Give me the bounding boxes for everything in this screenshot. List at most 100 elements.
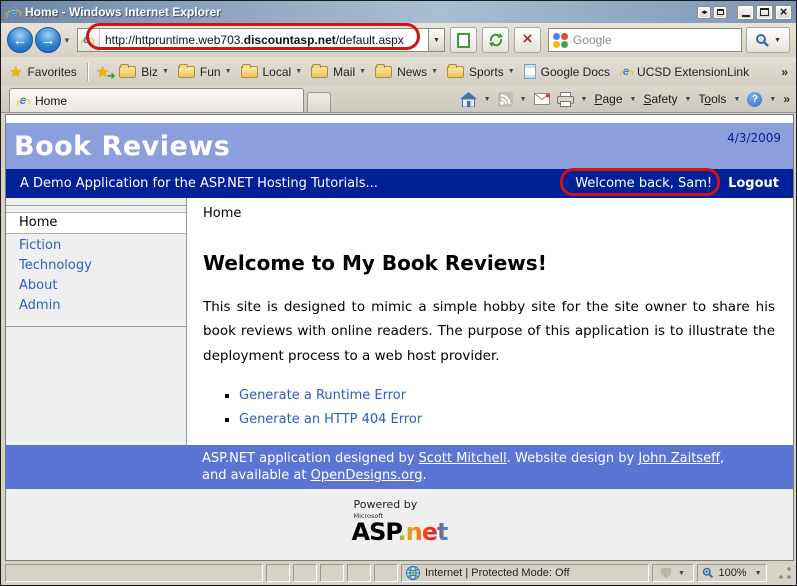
home-button[interactable] (460, 92, 491, 107)
favorites-folder-local[interactable]: Local (241, 65, 303, 79)
favorites-folder-mail[interactable]: Mail (311, 65, 366, 79)
menu-label: age (602, 92, 622, 106)
window-resize-arrows-button[interactable] (697, 6, 711, 19)
resize-grip[interactable] (778, 566, 792, 580)
sidebar-nav: Home Fiction Technology About Admin (6, 198, 187, 445)
safety-menu-button[interactable]: Safety (643, 92, 691, 106)
ie-logo-icon: e (5, 4, 21, 20)
minimize-icon (742, 15, 750, 17)
command-bar: Page Safety Tools (460, 86, 792, 112)
search-box[interactable]: Google (548, 28, 742, 52)
search-button[interactable] (746, 27, 790, 53)
site-date: 4/3/2009 (727, 131, 781, 145)
nav-item-home[interactable]: Home (6, 212, 186, 234)
help-button[interactable] (747, 92, 776, 107)
site-footer: ASP.NET application designed by Scott Mi… (6, 445, 793, 489)
read-mail-button[interactable] (534, 93, 550, 105)
add-favorite-button[interactable] (96, 63, 109, 81)
maximize-button[interactable] (756, 5, 773, 20)
chevron-down-icon (678, 570, 685, 577)
folder-icon (447, 66, 464, 78)
menu-label: ols (711, 92, 726, 106)
chevron-down-icon (431, 68, 438, 75)
chevron-down-icon (630, 96, 637, 103)
search-options-caret-icon[interactable] (774, 37, 781, 44)
favorites-folder-sports[interactable]: Sports (447, 65, 515, 79)
internet-globe-icon (406, 566, 420, 580)
chevron-down-icon (295, 68, 302, 75)
zoom-level: 100% (718, 567, 746, 579)
list-item: Generate an HTTP 404 Error (239, 412, 777, 427)
shield-icon (661, 568, 671, 579)
page-menu-button[interactable]: Page (594, 92, 636, 106)
refresh-button[interactable] (482, 27, 509, 53)
feeds-button[interactable] (498, 92, 527, 107)
favorites-folder-news[interactable]: News (375, 65, 438, 79)
zoom-control[interactable]: 100% (697, 564, 767, 582)
status-bar: Internet | Protected Mode: Off 100% (1, 562, 796, 584)
status-panel (293, 564, 317, 582)
nav-item-technology[interactable]: Technology (6, 256, 186, 276)
asp-logo-text: ASP (352, 518, 398, 546)
opendesigns-link[interactable]: OpenDesigns.org (311, 468, 423, 483)
stop-button[interactable] (514, 27, 541, 53)
help-icon (747, 92, 762, 107)
nav-item-admin[interactable]: Admin (6, 296, 186, 316)
tab-label: Home (35, 94, 67, 108)
chevron-down-icon (769, 96, 776, 103)
page-top-margin (6, 115, 793, 123)
new-tab-button[interactable] (307, 92, 331, 112)
separator (87, 63, 88, 81)
nav-item-about[interactable]: About (6, 276, 186, 296)
favorites-button[interactable]: Favorites (27, 65, 76, 79)
favorites-bar: Favorites Biz Fun Local Mail News Sports… (1, 57, 796, 86)
print-button[interactable] (557, 92, 588, 107)
compatibility-view-button[interactable] (450, 27, 477, 53)
favorites-folder-fun[interactable]: Fun (178, 65, 232, 79)
home-icon (460, 92, 477, 107)
favorites-folder-biz[interactable]: Biz (119, 65, 169, 79)
powered-by-logo: Powered by Microsoft ASP.net (352, 499, 448, 560)
smartscreen-button[interactable] (652, 564, 694, 582)
tools-menu-button[interactable]: Tools (698, 92, 740, 106)
security-zone-panel: Internet | Protected Mode: Off (401, 564, 649, 582)
stop-icon (523, 31, 533, 49)
favorites-overflow-chevron[interactable] (781, 65, 788, 79)
intro-paragraph: This site is designed to mimic a simple … (203, 295, 775, 368)
favorites-link-ucsd[interactable]: eUCSD ExtensionLink (619, 65, 749, 79)
nav-item-fiction[interactable]: Fiction (6, 236, 186, 256)
command-overflow-chevron[interactable] (783, 92, 790, 106)
rss-feed-icon (498, 92, 513, 107)
forward-button[interactable] (35, 27, 61, 53)
runtime-error-link[interactable]: Generate a Runtime Error (239, 388, 406, 403)
address-bar[interactable]: e http://httpruntime.web703.discountasp.… (77, 28, 429, 52)
window-popout-button[interactable] (713, 6, 727, 19)
folder-icon (375, 66, 392, 78)
http404-error-link[interactable]: Generate an HTTP 404 Error (239, 412, 422, 427)
welcome-message: Welcome back, Sam! (575, 176, 712, 191)
status-panel (266, 564, 290, 582)
minimize-button[interactable] (737, 5, 754, 20)
folder-label: Fun (200, 65, 221, 79)
history-dropdown-icon[interactable] (61, 36, 73, 45)
tab-home[interactable]: e Home (9, 88, 304, 112)
status-message-panel (5, 564, 263, 582)
powered-by-text: Powered by (354, 499, 448, 510)
folder-label: Sports (469, 65, 504, 79)
google-icon (553, 33, 568, 48)
popout-icon (717, 9, 724, 15)
scott-mitchell-link[interactable]: Scott Mitchell (419, 451, 507, 466)
favorites-link-google-docs[interactable]: Google Docs (524, 64, 610, 79)
back-button[interactable] (7, 27, 33, 53)
close-button[interactable] (775, 5, 792, 20)
nav-menu: Home Fiction Technology About Admin (6, 205, 186, 327)
site-title: Book Reviews (6, 131, 230, 162)
security-zone-text: Internet | Protected Mode: Off (425, 567, 570, 579)
url-text[interactable]: http://httpruntime.web703.discountasp.ne… (100, 33, 404, 47)
logout-link[interactable]: Logout (728, 176, 779, 191)
address-dropdown-button[interactable] (429, 28, 445, 52)
john-zaitseff-link[interactable]: John Zaitseff (638, 451, 720, 466)
menu-label: afety (651, 92, 677, 106)
folder-icon (178, 66, 195, 78)
compatibility-icon (457, 33, 470, 48)
